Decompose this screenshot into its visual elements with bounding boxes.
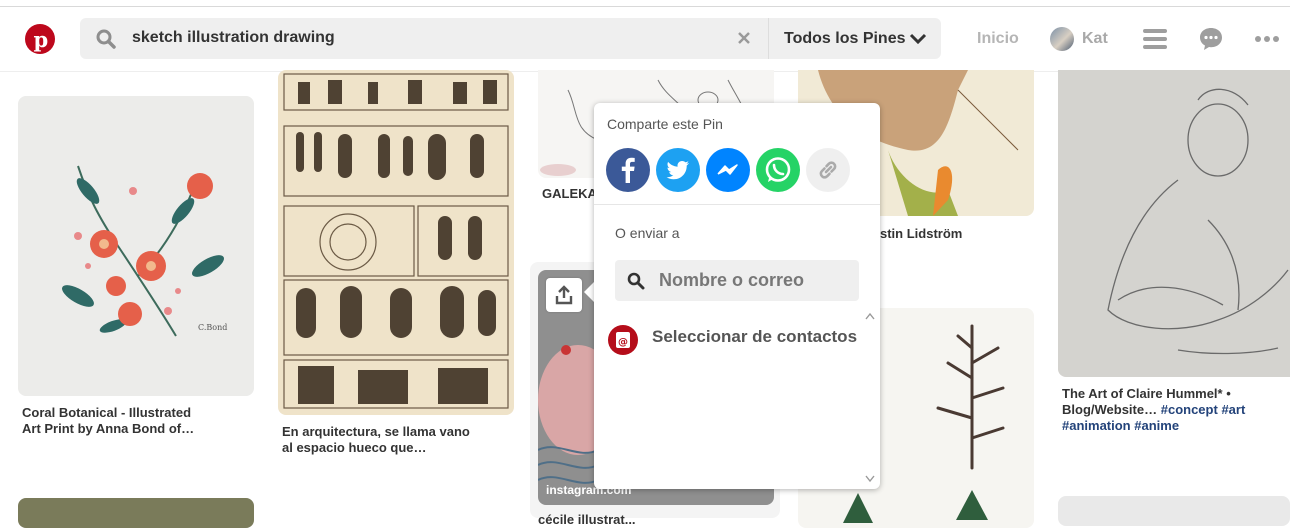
pin-filter-dropdown[interactable]: Todos los Pines xyxy=(768,18,941,59)
pin-caption[interactable]: En arquitectura, se llama vano al espacio… xyxy=(282,424,470,456)
search-input[interactable]: sketch illustration drawing xyxy=(132,29,335,47)
hashtag-link[interactable]: #art xyxy=(1221,402,1245,417)
pin-image-architecture-chart xyxy=(283,73,509,409)
contacts-icon: @ xyxy=(608,325,638,355)
pinterest-logo-icon[interactable]: p xyxy=(25,24,55,54)
pin-caption[interactable]: The Art of Claire Hummel* • Blog/Website… xyxy=(1062,386,1245,434)
facebook-icon xyxy=(621,157,635,183)
search-icon xyxy=(96,29,116,49)
filter-label: Todos los Pines xyxy=(784,30,906,47)
profile-link[interactable]: Kat xyxy=(1082,30,1108,48)
share-button[interactable] xyxy=(546,278,582,312)
divider xyxy=(594,204,880,205)
share-popup-title: Comparte este Pin xyxy=(607,116,723,132)
pin-caption[interactable]: stin Lidström xyxy=(880,226,962,242)
whatsapp-icon xyxy=(765,157,791,182)
link-icon xyxy=(819,161,837,179)
search-bar[interactable]: sketch illustration drawing xyxy=(80,18,768,59)
select-contacts-label: Seleccionar de contactos xyxy=(652,327,858,346)
menu-icon[interactable] xyxy=(1143,27,1167,51)
pin-coral-botanical[interactable]: C.Bond xyxy=(18,96,254,396)
share-upload-icon xyxy=(555,285,573,305)
pin-image-floral: C.Bond xyxy=(62,165,227,337)
svg-text:C.Bond: C.Bond xyxy=(198,323,227,332)
send-to-label: O enviar a xyxy=(615,225,680,241)
svg-text:p: p xyxy=(34,27,49,52)
share-popup: Comparte este Pin O enviar a Nombre o co… xyxy=(594,103,880,489)
select-contacts-row[interactable]: @ Seleccionar de contactos xyxy=(606,323,868,355)
popup-pointer xyxy=(584,282,594,302)
facebook-share-button[interactable] xyxy=(606,148,650,192)
pin-image-partial[interactable] xyxy=(1058,496,1290,526)
more-icon[interactable] xyxy=(1255,35,1279,43)
top-header: p sketch illustration drawing Todos los … xyxy=(0,7,1290,72)
avatar[interactable] xyxy=(1050,27,1074,51)
pin-caption[interactable]: GALEKA xyxy=(542,186,597,202)
hashtag-link[interactable]: #animation xyxy=(1062,418,1131,433)
home-link[interactable]: Inicio xyxy=(977,30,1019,48)
recipient-search-input[interactable]: Nombre o correo xyxy=(615,260,859,301)
search-icon xyxy=(627,272,645,290)
pin-claire-hummel[interactable] xyxy=(1058,70,1290,377)
hashtag-link[interactable]: #concept xyxy=(1161,402,1218,417)
twitter-share-button[interactable] xyxy=(656,148,700,192)
messenger-icon xyxy=(717,164,738,175)
twitter-icon xyxy=(666,161,689,180)
pin-caption[interactable]: cécile illustrat... xyxy=(538,512,636,528)
pin-caption[interactable]: Coral Botanical - Illustrated Art Print b… xyxy=(22,405,194,437)
messenger-share-button[interactable] xyxy=(706,148,750,192)
recipient-input-placeholder: Nombre o correo xyxy=(659,270,805,290)
svg-text:@: @ xyxy=(618,337,628,348)
pin-image-pencil-sketch xyxy=(1107,88,1289,355)
chevron-down-icon xyxy=(909,33,927,45)
whatsapp-share-button[interactable] xyxy=(756,148,800,192)
clear-icon[interactable] xyxy=(736,30,752,46)
chat-icon[interactable] xyxy=(1199,27,1223,51)
popup-scrollbar[interactable] xyxy=(864,309,876,489)
hashtag-link[interactable]: #anime xyxy=(1134,418,1179,433)
copy-link-button[interactable] xyxy=(806,148,850,192)
pin-image-partial[interactable] xyxy=(18,498,254,528)
pin-architecture[interactable] xyxy=(278,70,514,415)
